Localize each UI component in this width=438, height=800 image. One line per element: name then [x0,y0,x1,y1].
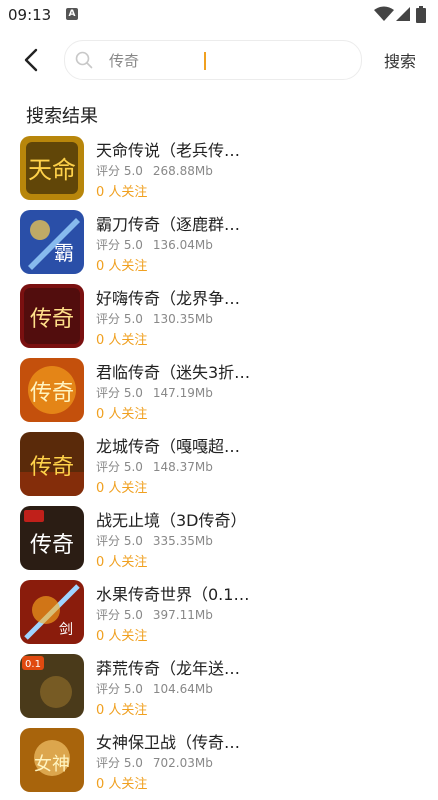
app-icon: 霸 [20,210,84,274]
search-button[interactable]: 搜索 [384,48,416,72]
app-icon: 传奇 [20,432,84,496]
list-item[interactable]: 天命 天命传说（老兵传… 评分 5.0 268.88Mb 0 人关注 [0,134,438,208]
app-followers: 0 人关注 [96,481,148,496]
list-item[interactable]: 0.1 莽荒传奇（龙年送… 评分 5.0 104.64Mb 0 人关注 [0,652,438,726]
app-meta: 评分 5.0 136.04Mb [96,236,213,253]
back-arrow-icon[interactable] [18,46,46,74]
app-size: 268.88Mb [152,164,213,178]
search-input[interactable] [109,49,339,71]
list-item[interactable]: 传奇 好嗨传奇（龙界争… 评分 5.0 130.35Mb 0 人关注 [0,282,438,356]
app-icon: 剑 [20,580,84,644]
app-meta: 评分 5.0 130.35Mb [96,310,213,327]
svg-text:天命: 天命 [28,156,76,184]
app-rating: 评分 5.0 [96,534,143,548]
app-followers: 0 人关注 [96,629,148,644]
app-name: 水果传奇世界（0.1… [96,585,250,604]
battery-icon [416,6,426,23]
app-size: 136.04Mb [152,238,213,252]
list-item[interactable]: 传奇 战无止境（3D传奇） 评分 5.0 335.35Mb 0 人关注 [0,504,438,578]
search-icon [75,51,93,69]
app-name: 莽荒传奇（龙年送… [96,659,241,678]
svg-text:女神: 女神 [34,754,70,775]
status-bar: 09:13 A [0,0,438,30]
app-name: 君临传奇（迷失3折… [96,363,251,382]
app-name: 霸刀传奇（逐鹿群… [96,215,241,234]
app-followers: 0 人关注 [96,777,148,792]
app-meta: 评分 5.0 147.19Mb [96,384,213,401]
app-rating: 评分 5.0 [96,682,143,696]
svg-text:霸: 霸 [54,241,74,265]
app-meta: 评分 5.0 702.03Mb [96,754,213,771]
app-icon: 女神 [20,728,84,792]
app-size: 104.64Mb [152,682,213,696]
section-title: 搜索结果 [26,106,98,127]
app-followers: 0 人关注 [96,703,148,718]
app-rating: 评分 5.0 [96,386,143,400]
app-name: 天命传说（老兵传… [96,141,241,160]
app-rating: 评分 5.0 [96,756,143,770]
app-rating: 评分 5.0 [96,460,143,474]
app-rating: 评分 5.0 [96,608,143,622]
app-icon: 传奇 [20,358,84,422]
app-size: 130.35Mb [152,312,213,326]
app-rating: 评分 5.0 [96,164,143,178]
app-size: 148.37Mb [152,460,213,474]
status-time: 09:13 [8,6,52,24]
app-followers: 0 人关注 [96,555,148,570]
app-name: 女神保卫战（传奇… [96,733,241,752]
list-item[interactable]: 传奇 龙城传奇（嘎嘎超… 评分 5.0 148.37Mb 0 人关注 [0,430,438,504]
svg-text:剑: 剑 [59,622,73,638]
app-name: 好嗨传奇（龙界争… [96,289,241,308]
app-followers: 0 人关注 [96,185,148,200]
app-meta: 评分 5.0 335.35Mb [96,532,213,549]
app-followers: 0 人关注 [96,407,148,422]
cell-signal-icon [396,7,410,21]
list-item[interactable]: 霸 霸刀传奇（逐鹿群… 评分 5.0 136.04Mb 0 人关注 [0,208,438,282]
app-meta: 评分 5.0 397.11Mb [96,606,213,623]
app-followers: 0 人关注 [96,259,148,274]
app-icon: 天命 [20,136,84,200]
app-icon: 传奇 [20,284,84,348]
wifi-icon [374,6,394,21]
list-item[interactable]: 传奇 君临传奇（迷失3折… 评分 5.0 147.19Mb 0 人关注 [0,356,438,430]
app-meta: 评分 5.0 104.64Mb [96,680,213,697]
svg-text:0.1: 0.1 [25,659,41,670]
app-name: 龙城传奇（嘎嘎超… [96,437,241,456]
svg-text:传奇: 传奇 [30,455,74,480]
app-size: 335.35Mb [152,534,213,548]
search-bar[interactable] [64,40,362,80]
text-caret [204,52,206,70]
svg-text:传奇: 传奇 [30,533,74,558]
app-followers: 0 人关注 [96,333,148,348]
list-item[interactable]: 女神 女神保卫战（传奇… 评分 5.0 702.03Mb 0 人关注 [0,726,438,800]
app-size: 147.19Mb [152,386,213,400]
app-name: 战无止境（3D传奇） [96,511,247,530]
app-rating: 评分 5.0 [96,312,143,326]
app-size: 397.11Mb [152,608,213,622]
app-icon: 0.1 [20,654,84,718]
app-rating: 评分 5.0 [96,238,143,252]
svg-text:传奇: 传奇 [30,381,74,406]
app-icon: 传奇 [20,506,84,570]
search-header: 搜索 [0,36,438,84]
app-meta: 评分 5.0 268.88Mb [96,162,213,179]
list-item[interactable]: 剑 水果传奇世界（0.1… 评分 5.0 397.11Mb 0 人关注 [0,578,438,652]
app-size: 702.03Mb [152,756,213,770]
svg-text:传奇: 传奇 [30,307,74,332]
app-meta: 评分 5.0 148.37Mb [96,458,213,475]
result-list: 天命 天命传说（老兵传… 评分 5.0 268.88Mb 0 人关注 霸 霸刀传奇… [0,134,438,800]
notification-icon: A [66,8,78,20]
